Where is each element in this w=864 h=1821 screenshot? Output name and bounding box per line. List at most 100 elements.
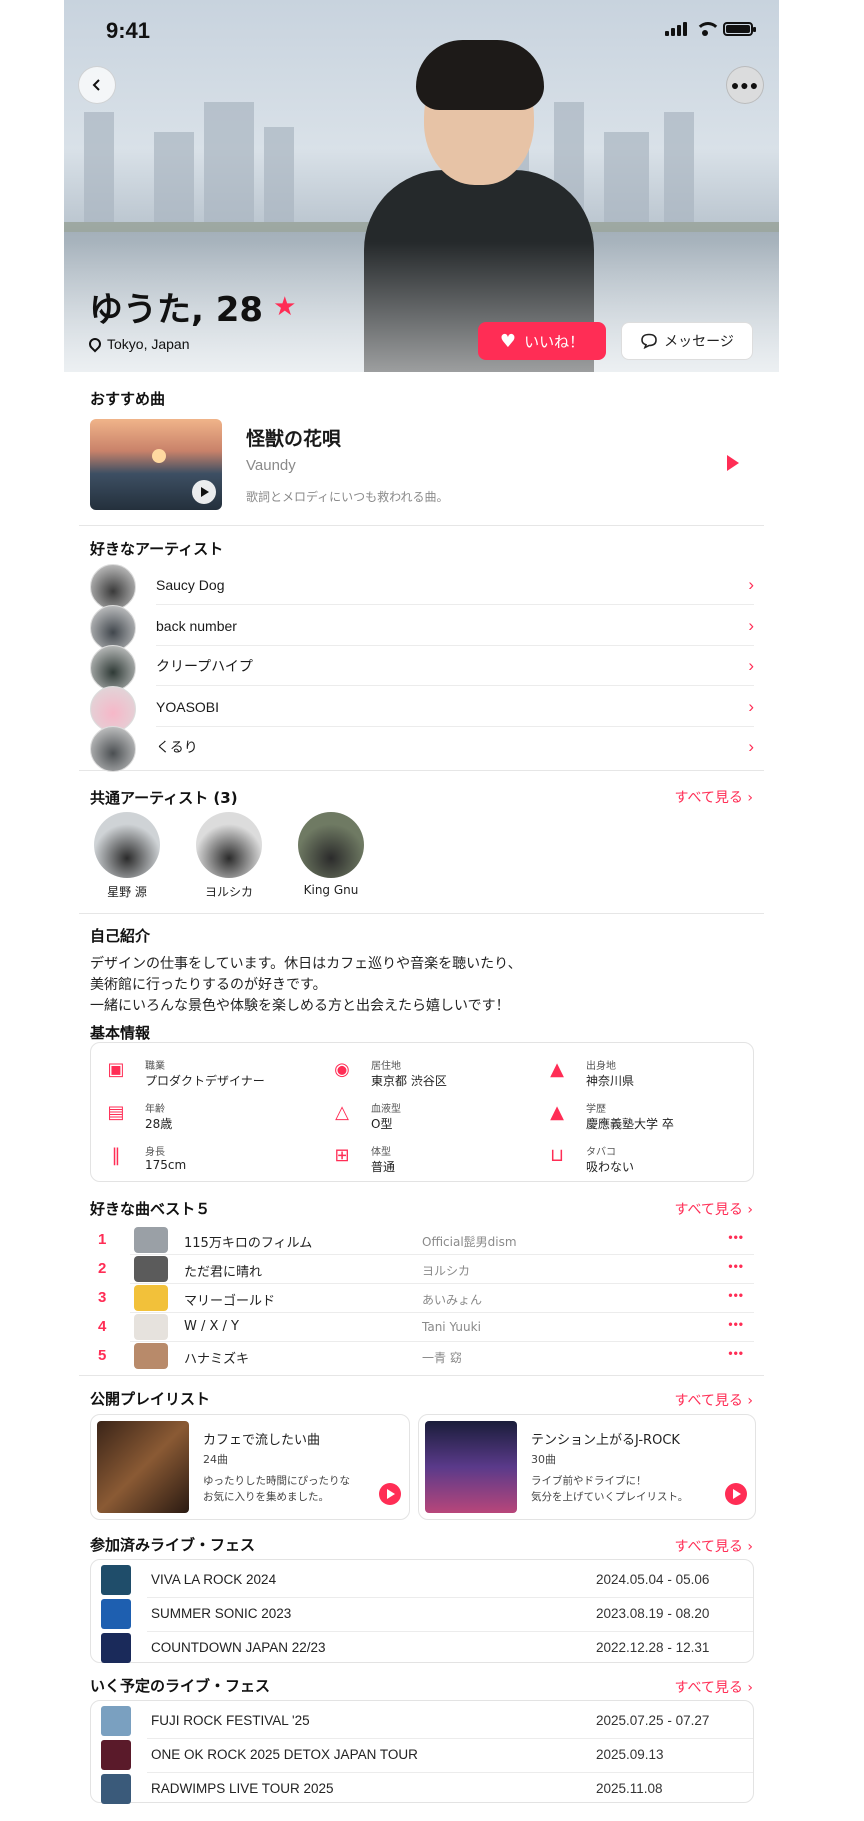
playlist-name: カフェで流したい曲 (203, 1433, 321, 1448)
section-title-intro: 自己紹介 (90, 927, 151, 945)
more-dots-icon[interactable]: ••• (728, 1346, 744, 1360)
song-artist: 一青 窈 (422, 1351, 462, 1365)
fav-artist-row[interactable]: くるり › (156, 736, 754, 758)
past-lives-card: VIVA LA ROCK 2024 2024.05.04 - 05.06 SUMME… (90, 1559, 754, 1663)
live-date: 2023.08.19 - 08.20 (596, 1606, 710, 1621)
playlist-desc: ゆったりした時間にぴったりな (203, 1475, 350, 1487)
more-dots-icon[interactable]: ••• (728, 1288, 744, 1302)
rank-number: 5 (98, 1347, 107, 1364)
live-artwork (101, 1565, 131, 1595)
play-icon[interactable] (192, 480, 216, 504)
blood-icon: △ (335, 1102, 349, 1123)
common-artist-avatar[interactable] (298, 812, 364, 878)
top5-row[interactable]: 5 ハナミズキ 一青 窈 ••• (90, 1342, 754, 1370)
live-row[interactable]: COUNTDOWN JAPAN 22/23 2022.12.28 - 12.31 (91, 1632, 753, 1664)
live-artwork (101, 1740, 131, 1770)
live-name: VIVA LA ROCK 2024 (151, 1572, 277, 1587)
common-artist-avatar[interactable] (94, 812, 160, 878)
see-all-top5[interactable]: すべて見る › (674, 1199, 753, 1219)
song-artwork (134, 1343, 168, 1369)
height-icon: ‖ (111, 1145, 121, 1166)
chevron-right-icon: › (747, 790, 753, 806)
artist-avatar[interactable] (90, 645, 136, 691)
body-icon: ⊞ (334, 1145, 350, 1166)
song-title: ハナミズキ (184, 1352, 250, 1367)
chevron-right-icon: › (748, 575, 754, 594)
top5-row[interactable]: 3 マリーゴールド あいみょん ••• (90, 1284, 754, 1312)
like-button[interactable]: ♥ いいね！ (478, 322, 606, 360)
song-title: マリーゴールド (184, 1294, 276, 1309)
song-artwork (134, 1256, 168, 1282)
song-artist: Official髭男dism (422, 1235, 517, 1249)
more-dots-icon[interactable]: ••• (728, 1259, 744, 1273)
rank-number: 4 (98, 1318, 107, 1335)
fav-artist-row[interactable]: Saucy Dog › (156, 574, 754, 596)
live-name: SUMMER SONIC 2023 (151, 1606, 292, 1621)
profile-name: ゆうた, 28 ★ (89, 290, 297, 330)
artist-avatar[interactable] (90, 604, 136, 651)
more-dots-icon: ●●● (730, 77, 760, 93)
artist-avatar[interactable] (90, 685, 136, 732)
song-title: ただ君に晴れ (184, 1265, 263, 1280)
back-button[interactable] (78, 66, 116, 104)
info-value: O型 (371, 1117, 393, 1131)
info-value: プロダクトデザイナー (145, 1074, 265, 1088)
live-row[interactable]: RADWIMPS LIVE TOUR 2025 2025.11.08 (91, 1773, 753, 1805)
common-artist-avatar[interactable] (196, 812, 262, 878)
status-bar: 9:41 (64, 0, 779, 60)
live-date: 2022.12.28 - 12.31 (596, 1640, 710, 1655)
rank-number: 1 (98, 1231, 107, 1248)
section-title-future-lives: いく予定のライブ・フェス (90, 1677, 271, 1695)
fav-artist-name: Saucy Dog (156, 577, 225, 593)
song-artwork (134, 1314, 168, 1340)
more-button[interactable]: ●●● (726, 66, 764, 104)
chevron-right-icon: › (747, 1202, 753, 1218)
song-artwork (134, 1285, 168, 1311)
fav-artist-row[interactable]: back number › (156, 615, 754, 637)
info-value: 普通 (371, 1160, 396, 1174)
fav-artist-name: back number (156, 617, 237, 634)
song-title: 115万キロのフィルム (184, 1236, 313, 1251)
top5-row[interactable]: 1 115万キロのフィルム Official髭男dism ••• (90, 1226, 754, 1254)
play-icon[interactable] (725, 1483, 747, 1505)
see-all-past-lives[interactable]: すべて見る › (674, 1536, 753, 1556)
play-icon[interactable] (379, 1483, 401, 1505)
more-dots-icon[interactable]: ••• (728, 1317, 744, 1331)
see-all-future-lives[interactable]: すべて見る › (674, 1677, 753, 1697)
play-triangle-icon[interactable] (727, 455, 739, 471)
live-date: 2025.07.25 - 07.27 (596, 1713, 710, 1728)
live-artwork (101, 1774, 131, 1804)
rank-number: 3 (98, 1289, 107, 1306)
chevron-right-icon: › (748, 696, 754, 716)
live-row[interactable]: FUJI ROCK FESTIVAL '25 2025.07.25 - 07.27 (91, 1705, 753, 1737)
top5-row[interactable]: 4 W / X / Y Tani Yuuki ••• (90, 1313, 754, 1341)
location-pin-icon (86, 335, 104, 353)
see-all-common-artists[interactable]: すべて見る › (674, 787, 753, 807)
live-row[interactable]: VIVA LA ROCK 2024 2024.05.04 - 05.06 (91, 1564, 753, 1596)
playlist-count: 30曲 (531, 1453, 556, 1466)
chevron-right-icon: › (748, 656, 754, 675)
song-artwork (134, 1227, 168, 1253)
more-dots-icon[interactable]: ••• (728, 1230, 744, 1244)
recommended-song-artwork[interactable] (90, 419, 222, 510)
chevron-left-icon (92, 79, 100, 91)
profile-location: Tokyo, Japan (86, 335, 190, 353)
live-date: 2025.09.13 (596, 1747, 664, 1762)
playlist-card[interactable]: カフェで流したい曲 24曲 ゆったりした時間にぴったりな お気に入りを集めました。 (90, 1414, 410, 1520)
message-button[interactable]: メッセージ (621, 322, 753, 360)
fav-artist-row[interactable]: クリープハイプ › (156, 655, 754, 677)
graduation-icon: ▲ (550, 1059, 564, 1080)
artist-avatar[interactable] (90, 564, 136, 610)
live-date: 2025.11.08 (596, 1781, 663, 1796)
live-row[interactable]: ONE OK ROCK 2025 DETOX JAPAN TOUR 2025.09… (91, 1739, 753, 1771)
live-row[interactable]: SUMMER SONIC 2023 2023.08.19 - 08.20 (91, 1598, 753, 1630)
info-value: 175cm (145, 1158, 187, 1172)
playlist-card[interactable]: テンション上がるJ-ROCK 30曲 ライブ前やドライブに！ 気分を上げていくプレイリ… (418, 1414, 756, 1520)
chevron-right-icon: › (747, 1393, 753, 1409)
live-artwork (101, 1633, 131, 1663)
see-all-playlists[interactable]: すべて見る › (674, 1390, 753, 1410)
live-name: ONE OK ROCK 2025 DETOX JAPAN TOUR (151, 1747, 418, 1762)
artist-avatar[interactable] (90, 726, 136, 772)
fav-artist-row[interactable]: YOASOBI › (156, 696, 754, 718)
top5-row[interactable]: 2 ただ君に晴れ ヨルシカ ••• (90, 1255, 754, 1283)
